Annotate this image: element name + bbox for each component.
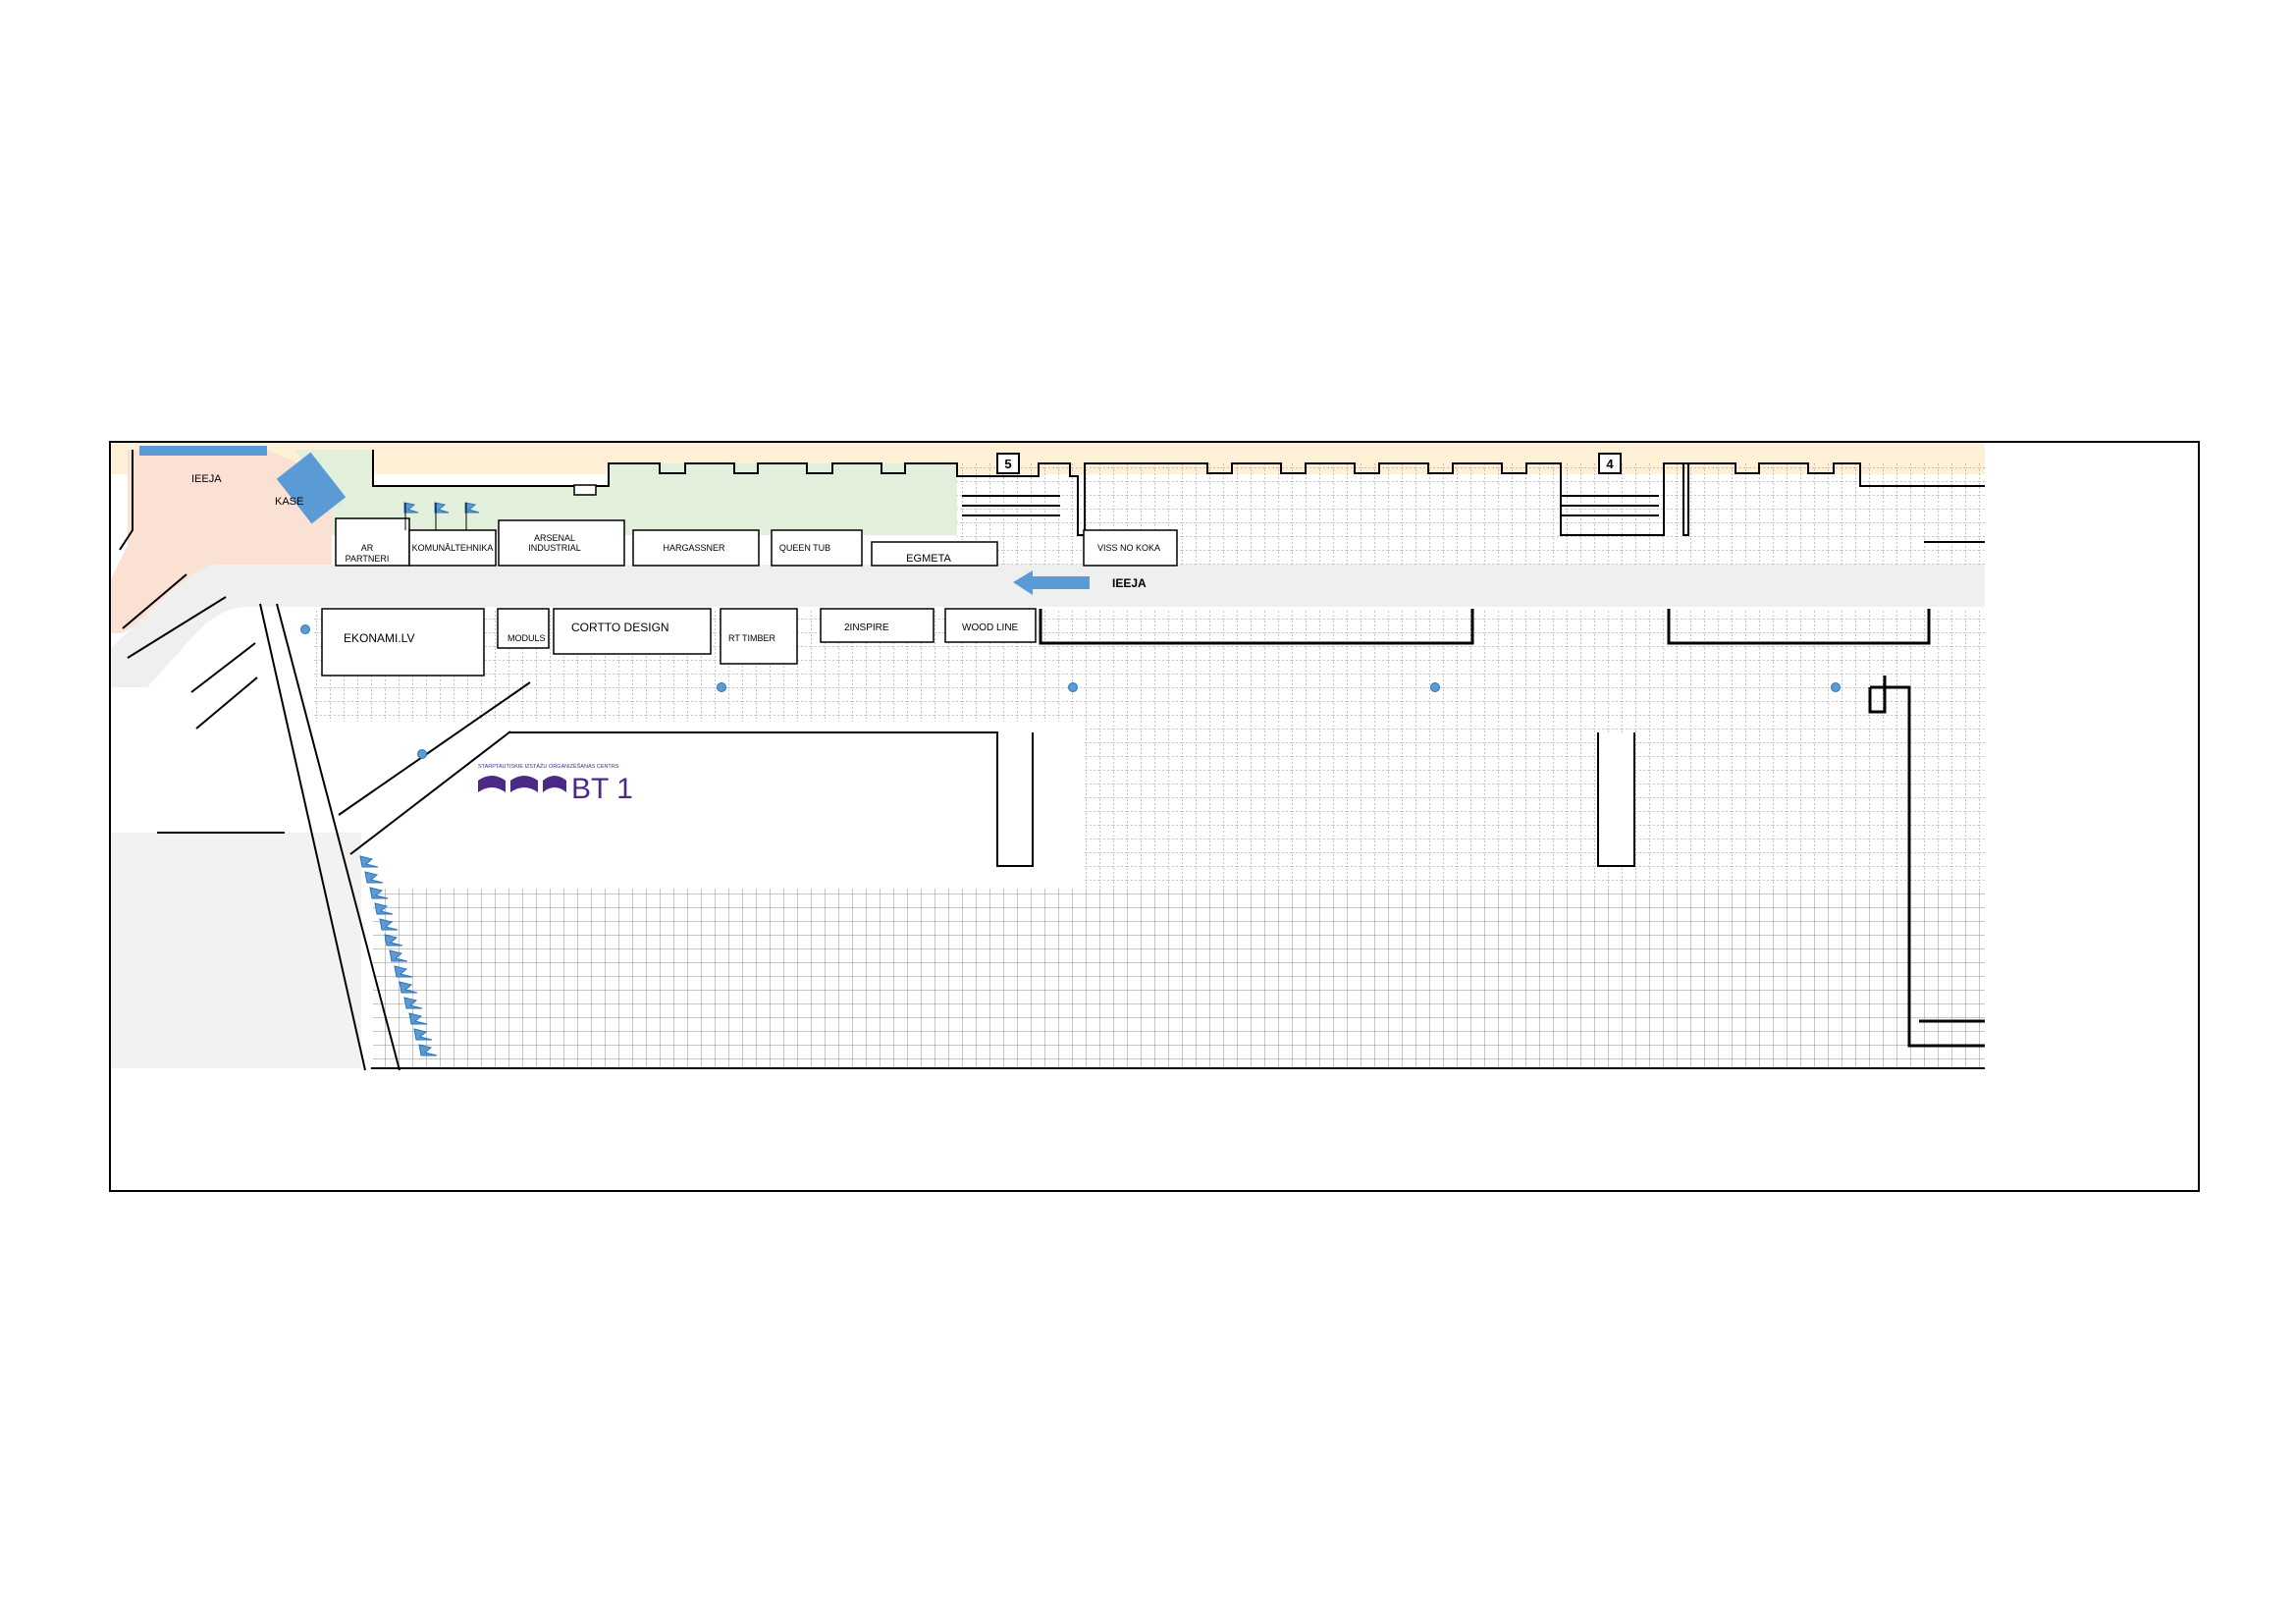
logo-tagline: STARPTAUTISKIE IZSTĀŽU ORGANIZĒŠANAS CEN… [478, 762, 619, 770]
booth-egmeta[interactable]: EGMETA [871, 541, 998, 567]
road-entrance-label: IEEJA [1112, 576, 1147, 590]
booth-ekonami-label: EKONAMI.LV [344, 631, 414, 645]
booth-wood-line[interactable]: WOOD LINE [944, 608, 1037, 643]
booth-komunaltehnika[interactable]: KOMUNĀLTEHNIKA [408, 529, 497, 567]
cashier-label: KASE [275, 496, 303, 508]
booth-ekonami[interactable]: EKONAMI.LV [321, 608, 485, 677]
entrance-label: IEEJA [191, 473, 222, 485]
booth-queen-tub[interactable]: QUEEN TUB [771, 529, 863, 567]
booth-arsenal-industrial[interactable]: ARSENAL INDUSTRIAL [498, 519, 625, 567]
booth-ar-partneri-line2: PARTNERI [346, 554, 390, 564]
booth-hargassner[interactable]: HARGASSNER [632, 529, 760, 567]
booth-cortto-design[interactable]: CORTTO DESIGN [553, 608, 712, 655]
booth-hargassner-label: HARGASSNER [663, 543, 725, 553]
hall-marker-4: 4 [1606, 457, 1614, 471]
booth-viss-no-koka[interactable]: VISS NO KOKA [1083, 529, 1178, 567]
booth-2inspire[interactable]: 2INSPIRE [820, 608, 934, 643]
entrance-bar [139, 446, 267, 456]
booth-rt-timber[interactable]: RT TIMBER [720, 608, 798, 665]
booth-moduls[interactable]: MODULS [497, 608, 550, 649]
exhibition-floor-plan: IEEJA KASE 5 4 AR PARTNERI KOMUNĀLTEHNIK… [109, 441, 2200, 1192]
booth-2inspire-label: 2INSPIRE [844, 623, 889, 633]
booth-moduls-label: MODULS [507, 633, 546, 643]
booth-wood-line-label: WOOD LINE [962, 623, 1019, 633]
booth-rt-timber-label: RT TIMBER [728, 633, 776, 643]
booth-komunaltehnika-label: KOMUNĀLTEHNIKA [412, 543, 494, 553]
hall-marker-5: 5 [1004, 457, 1011, 471]
booth-cortto-label: CORTTO DESIGN [571, 621, 669, 634]
grey-area [111, 833, 361, 1068]
booth-viss-no-koka-label: VISS NO KOKA [1097, 543, 1160, 553]
booth-queen-tub-label: QUEEN TUB [779, 543, 830, 553]
booth-ar-partneri-line1: AR [361, 543, 374, 553]
booth-arsenal-line1: ARSENAL [534, 533, 575, 543]
logo-name: BT 1 [571, 773, 633, 805]
booth-ar-partneri[interactable]: AR PARTNERI [335, 517, 410, 567]
booth-arsenal-line2: INDUSTRIAL [528, 543, 581, 553]
booth-egmeta-label: EGMETA [906, 553, 951, 565]
